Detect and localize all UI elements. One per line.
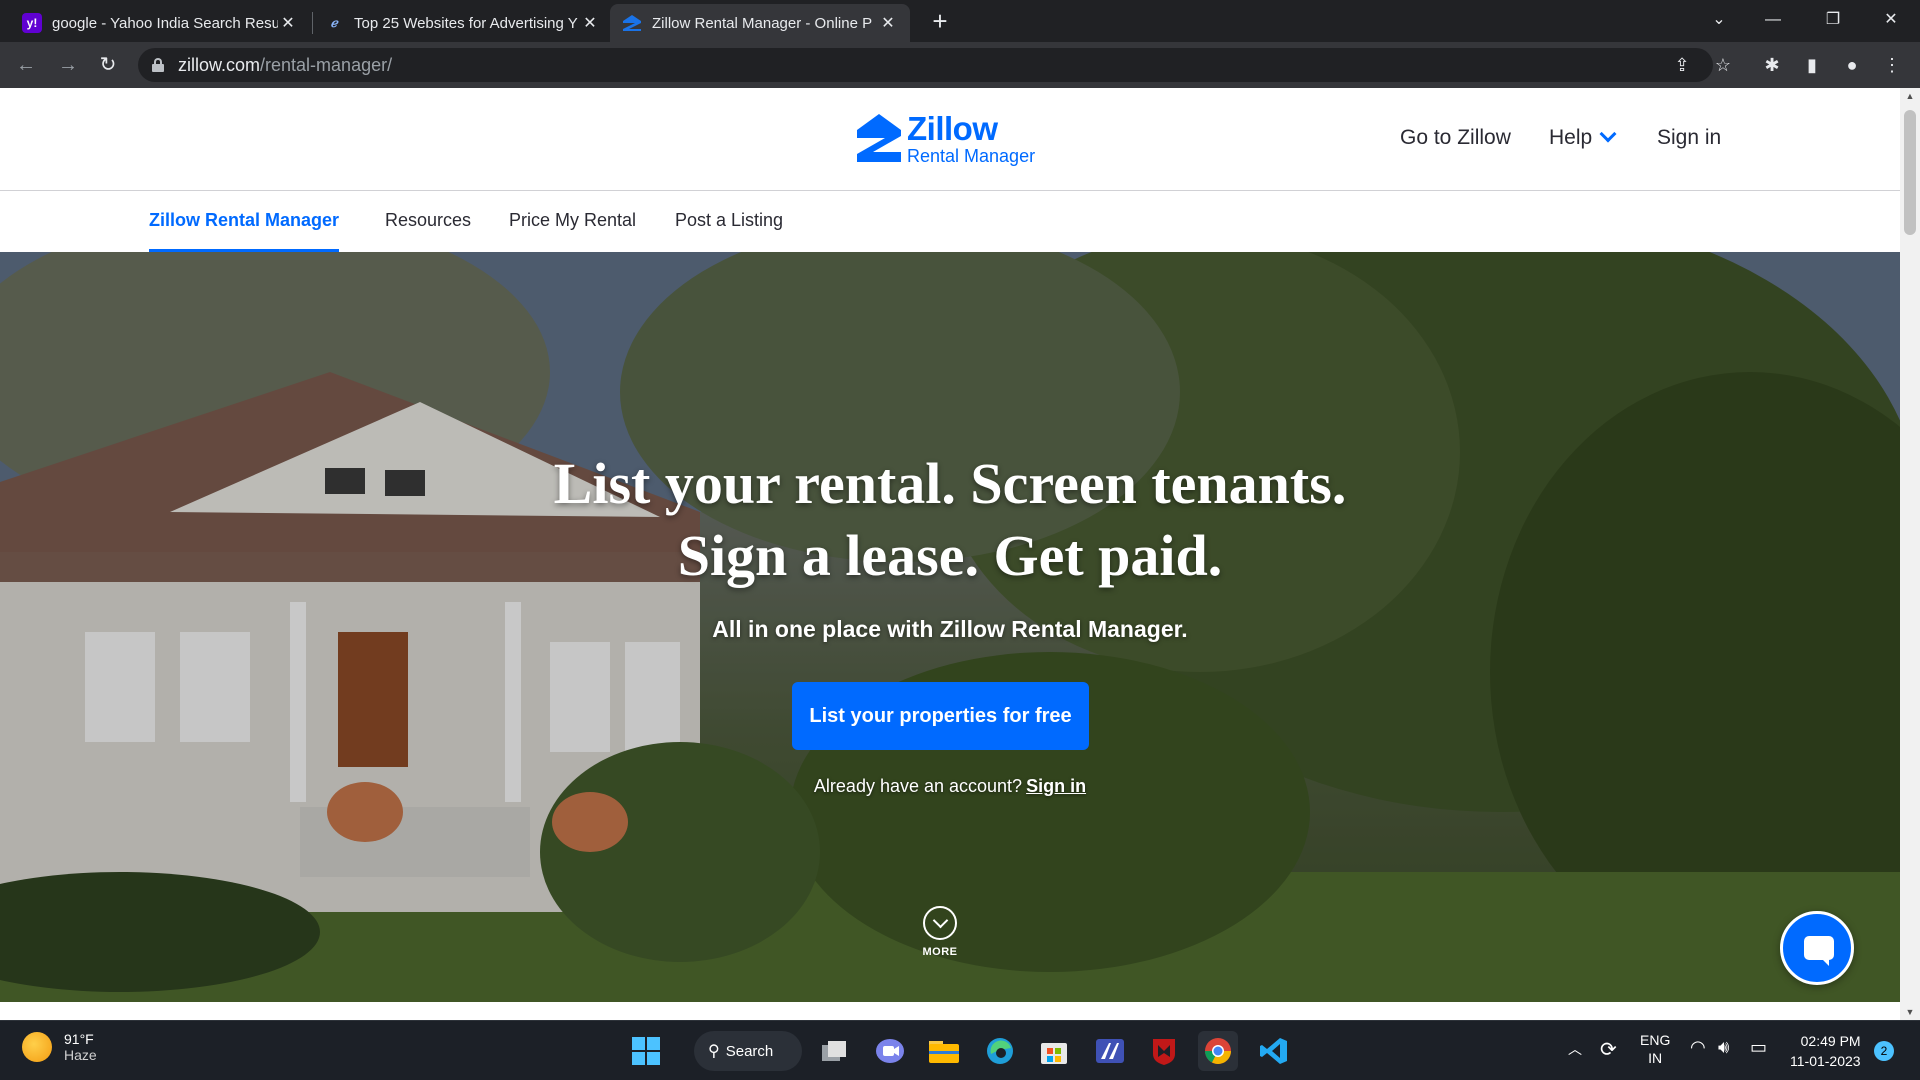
task-view-icon[interactable] [814, 1031, 854, 1071]
weather-widget[interactable]: 91°F Haze [22, 1031, 97, 1063]
teams-chat-icon[interactable] [870, 1031, 910, 1071]
help-label: Help [1549, 126, 1593, 149]
go-to-zillow-link[interactable]: Go to Zillow [1400, 126, 1511, 150]
browser-tab-strip: y! google - Yahoo India Search Resu ✕ ℯ … [0, 0, 1920, 42]
forward-arrow-icon[interactable]: → [52, 49, 84, 81]
close-window-button[interactable]: ✕ [1868, 4, 1914, 36]
page-scrollbar[interactable]: ▲ ▼ [1900, 88, 1920, 1020]
logo-brand: Zillow [907, 110, 998, 147]
taskbar-search-button[interactable]: ⚲ Search [694, 1031, 802, 1071]
help-menu[interactable]: Help [1549, 125, 1617, 150]
reload-icon[interactable]: ↻ [92, 49, 124, 81]
browser-toolbar: ← → ↻ zillow.com/rental-manager/ ⇪ ☆ ✱ ▮… [0, 42, 1920, 88]
close-icon[interactable]: ✕ [580, 13, 600, 33]
url-host: zillow.com [178, 54, 261, 75]
more-label: MORE [922, 946, 958, 958]
minimize-button[interactable]: — [1750, 4, 1796, 36]
share-icon[interactable]: ⇪ [1667, 50, 1697, 80]
vscode-icon[interactable] [1254, 1031, 1294, 1071]
language-indicator[interactable]: ENG IN [1640, 1031, 1670, 1067]
hero-headline: List your rental. Screen tenants. Sign a… [0, 448, 1900, 592]
close-icon[interactable]: ✕ [878, 13, 898, 33]
profile-icon[interactable]: ● [1837, 50, 1867, 80]
hero-subtitle: All in one place with Zillow Rental Mana… [712, 616, 1188, 642]
language-code: ENG [1640, 1032, 1671, 1048]
close-icon[interactable]: ✕ [278, 13, 298, 33]
subnav-zillow-rental-manager[interactable]: Zillow Rental Manager [149, 210, 340, 252]
address-bar[interactable]: zillow.com/rental-manager/ [138, 48, 1713, 82]
show-hidden-icons-chevron-up-icon[interactable]: ︿ [1568, 1039, 1582, 1059]
more-scroll-button[interactable]: MORE [918, 906, 962, 958]
browser-tab[interactable]: ℯ Top 25 Websites for Advertising Y ✕ [312, 4, 612, 42]
lock-icon [152, 58, 164, 72]
app-icon[interactable] [1090, 1031, 1130, 1071]
web-page: Zillow Rental Manager Go to Zillow Help … [0, 88, 1900, 1020]
hero-banner: List your rental. Screen tenants. Sign a… [0, 252, 1900, 1002]
battery-icon[interactable]: ▭ [1750, 1037, 1767, 1058]
sync-icon[interactable]: ⟳ [1600, 1037, 1617, 1062]
browser-tab-active[interactable]: Zillow Rental Manager - Online P ✕ [610, 4, 910, 42]
menu-kebab-icon[interactable]: ⋮ [1877, 50, 1907, 80]
mcafee-icon[interactable] [1144, 1031, 1184, 1071]
clock-date: 11-01-2023 [1790, 1053, 1861, 1069]
hero-headline-line1: List your rental. Screen tenants. [553, 451, 1347, 516]
windows-taskbar: 91°F Haze ⚲ Search ︿ ⟳ ENG IN ◠ 🔊︎ ▭ 02:… [0, 1020, 1920, 1080]
zillow-icon [622, 13, 642, 33]
back-arrow-icon[interactable]: ← [10, 49, 42, 81]
tab-search-chevron-icon[interactable]: ⌄ [1696, 4, 1742, 36]
hero-sign-in-link[interactable]: Sign in [1026, 776, 1086, 796]
subnav-price-my-rental[interactable]: Price My Rental [509, 210, 636, 249]
edge-browser-icon[interactable] [980, 1031, 1020, 1071]
site-header: Zillow Rental Manager Go to Zillow Help … [0, 88, 1900, 191]
windows-start-icon[interactable] [626, 1031, 666, 1071]
scrollbar-thumb[interactable] [1904, 110, 1916, 235]
extensions-puzzle-icon[interactable]: ✱ [1757, 50, 1787, 80]
scroll-up-arrow-icon[interactable]: ▲ [1900, 88, 1920, 104]
already-have-account: Already have an account? Sign in [0, 776, 1900, 797]
weather-temperature: 91°F [64, 1031, 94, 1047]
logo-subtitle: Rental Manager [907, 146, 1036, 166]
chat-button[interactable] [1780, 911, 1854, 985]
zillow-rental-manager-logo[interactable]: Zillow Rental Manager [855, 110, 1045, 170]
system-clock[interactable]: 02:49 PM 11-01-2023 [1790, 1031, 1861, 1071]
tab-title: Top 25 Websites for Advertising Y [354, 14, 578, 32]
volume-icon[interactable]: 🔊︎ [1718, 1037, 1729, 1058]
list-properties-button[interactable]: List your properties for free [792, 682, 1089, 750]
tab-title: Zillow Rental Manager - Online P [652, 14, 873, 32]
weather-condition: Haze [64, 1047, 97, 1063]
scroll-down-arrow-icon[interactable]: ▼ [1900, 1004, 1920, 1020]
notification-badge[interactable]: 2 [1874, 1041, 1894, 1061]
taskbar-search-label: Search [725, 1042, 774, 1060]
chevron-down-circle-icon [923, 906, 957, 940]
yahoo-icon: y! [22, 13, 42, 33]
zillow-logo-icon [857, 114, 901, 162]
wifi-icon[interactable]: ◠ [1690, 1037, 1706, 1058]
chrome-icon[interactable] [1198, 1031, 1238, 1071]
microsoft-store-icon[interactable] [1034, 1031, 1074, 1071]
url-path: /rental-manager/ [260, 54, 393, 75]
chevron-down-icon [1599, 125, 1617, 143]
subnav-resources[interactable]: Resources [385, 210, 471, 249]
sign-in-link[interactable]: Sign in [1657, 126, 1721, 150]
bookmark-star-icon[interactable]: ☆ [1708, 50, 1738, 80]
already-text: Already have an account? [813, 776, 1023, 796]
site-icon: ℯ [330, 16, 338, 30]
side-panel-icon[interactable]: ▮ [1797, 50, 1827, 80]
page-below-fold [0, 1002, 1900, 1020]
new-tab-button[interactable]: + [924, 6, 956, 38]
haze-sun-icon [22, 1032, 52, 1062]
restore-button[interactable]: ❐ [1810, 4, 1856, 36]
tab-title: google - Yahoo India Search Resu [52, 14, 278, 32]
region-code: IN [1648, 1050, 1663, 1066]
search-icon: ⚲ [708, 1043, 720, 1060]
hero-headline-line2: Sign a lease. Get paid. [677, 523, 1223, 588]
subnav-post-a-listing[interactable]: Post a Listing [675, 210, 783, 249]
sub-navigation: Zillow Rental Manager Resources Price My… [0, 192, 1900, 252]
file-explorer-icon[interactable] [924, 1031, 964, 1071]
clock-time: 02:49 PM [1800, 1033, 1861, 1049]
browser-tab[interactable]: y! google - Yahoo India Search Resu ✕ [10, 4, 310, 42]
